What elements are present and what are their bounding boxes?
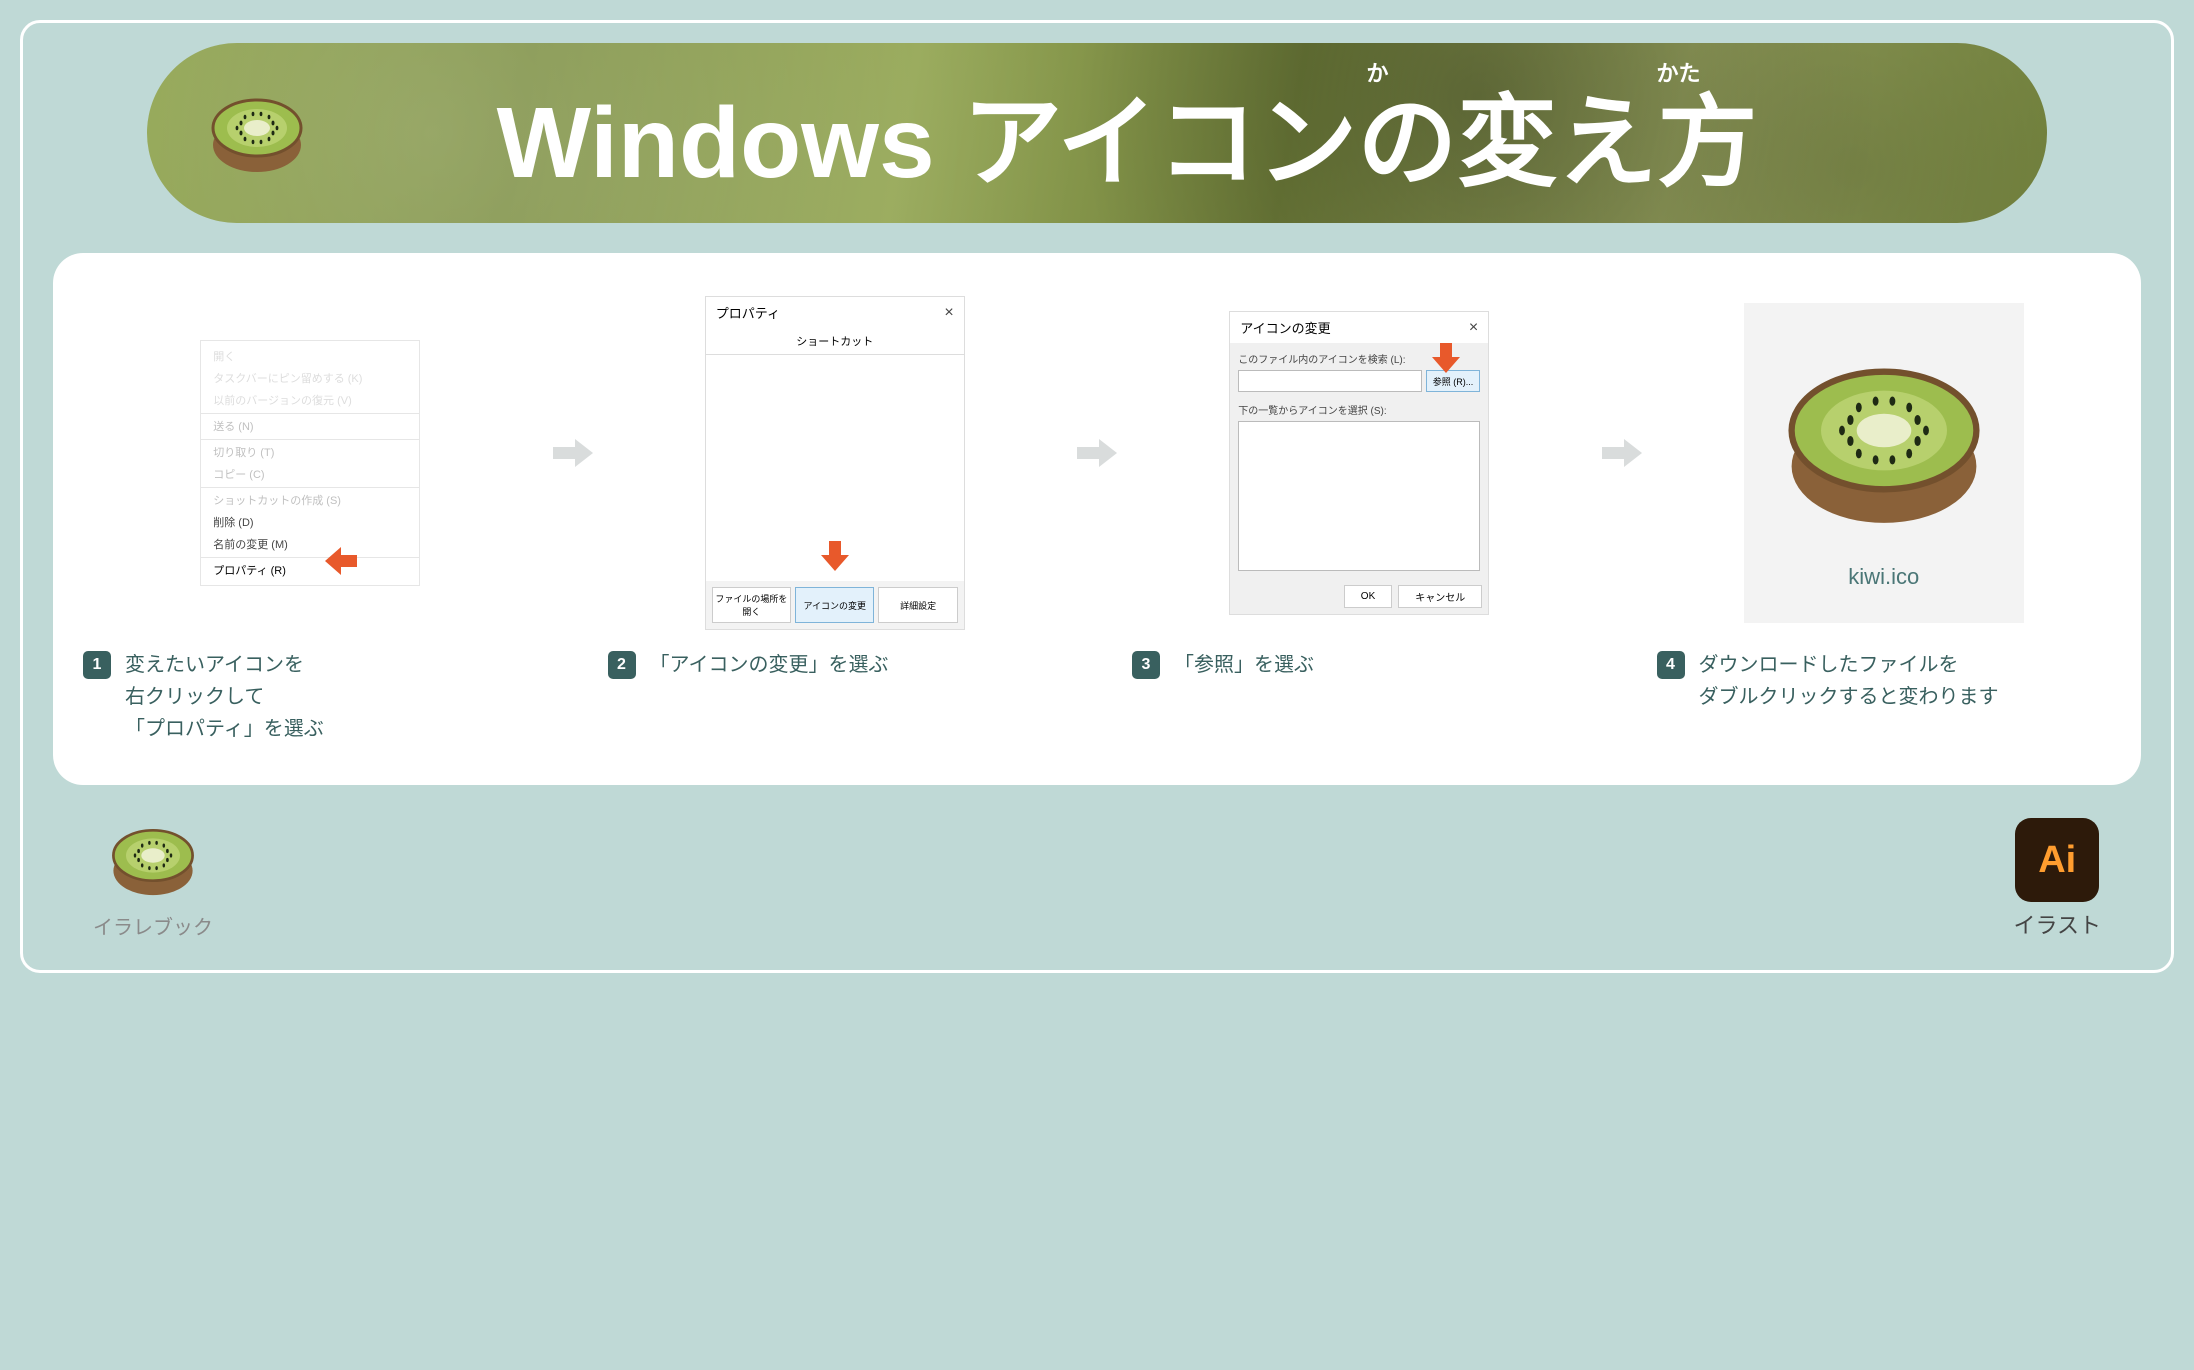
step-number: 2 [608, 651, 636, 679]
ctx-item[interactable]: 切り取り (T) [201, 439, 419, 463]
step-1-caption: 1 変えたいアイコンを 右クリックして 「プロパティ」を選ぶ [83, 649, 538, 745]
flow-arrow-icon [1597, 293, 1647, 613]
properties-titlebar: プロパティ × [706, 297, 964, 328]
tutorial-card: 開く タスクバーにピン留めする (K) 以前のバージョンの復元 (V) 送る (… [53, 253, 2141, 785]
illustrator-label: イラスト [2013, 908, 2101, 940]
ctx-item[interactable]: 削除 (D) [201, 511, 419, 533]
properties-title: プロパティ [716, 303, 780, 322]
cancel-button[interactable]: キャンセル [1398, 585, 1482, 608]
step-2-visual: プロパティ × ショートカット ファイルの場所を開く アイコンの変更 詳細設定 [608, 293, 1063, 633]
step-number: 1 [83, 651, 111, 679]
page-title: か かた Windows アイコンの変え方 [497, 61, 1758, 206]
footer: イラレブック Ai イラスト [53, 785, 2141, 940]
flow-arrow-icon [1072, 293, 1122, 613]
open-location-button[interactable]: ファイルの場所を開く [712, 587, 791, 623]
step-4-caption: 4 ダウンロードしたファイルを ダブルクリックすると変わります [1657, 649, 2112, 713]
step-2: プロパティ × ショートカット ファイルの場所を開く アイコンの変更 詳細設定 … [608, 293, 1063, 681]
flow-arrow-icon [548, 293, 598, 613]
kiwi-icon [1779, 336, 1989, 546]
kiwi-icon [207, 83, 307, 183]
kiwi-icon [108, 815, 198, 905]
step-2-caption: 2 「アイコンの変更」を選ぶ [608, 649, 1063, 681]
page-frame: か かた Windows アイコンの変え方 開く タスクバーにピン留めする (K… [20, 20, 2174, 973]
icon-filename: kiwi.ico [1848, 564, 1919, 590]
close-icon[interactable]: × [1469, 319, 1478, 337]
advanced-button[interactable]: 詳細設定 [878, 587, 957, 623]
step-text: 「参照」を選ぶ [1174, 649, 1314, 681]
icon-list[interactable] [1238, 421, 1480, 571]
close-icon[interactable]: × [944, 304, 953, 322]
pointer-arrow-icon [817, 539, 853, 575]
change-icon-body: このファイル内のアイコンを検索 (L): 参照 (R)... 下の一覧からアイコ… [1230, 343, 1488, 579]
step-3-visual: アイコンの変更 × このファイル内のアイコンを検索 (L): 参照 (R)...… [1132, 293, 1587, 633]
select-label: 下の一覧からアイコンを選択 (S): [1238, 402, 1480, 417]
title-banner: か かた Windows アイコンの変え方 [147, 43, 2047, 223]
ctx-item[interactable]: タスクバーにピン留めする (K) [201, 367, 419, 389]
properties-body [706, 355, 964, 581]
step-3-caption: 3 「参照」を選ぶ [1132, 649, 1587, 681]
change-icon-buttons: OK キャンセル [1230, 579, 1488, 614]
icon-path-input[interactable] [1238, 370, 1422, 392]
ruby-2: かた [1657, 56, 1701, 88]
footer-left: イラレブック [93, 815, 213, 940]
step-3: アイコンの変更 × このファイル内のアイコンを検索 (L): 参照 (R)...… [1132, 293, 1587, 681]
context-menu: 開く タスクバーにピン留めする (K) 以前のバージョンの復元 (V) 送る (… [200, 340, 420, 586]
illustrator-icon: Ai [2015, 818, 2099, 902]
ok-button[interactable]: OK [1344, 585, 1392, 608]
step-1: 開く タスクバーにピン留めする (K) 以前のバージョンの復元 (V) 送る (… [83, 293, 538, 745]
site-name: イラレブック [93, 911, 213, 940]
step-text: 「アイコンの変更」を選ぶ [650, 649, 889, 681]
ctx-item[interactable]: コピー (C) [201, 463, 419, 485]
pointer-arrow-icon [323, 543, 359, 579]
ruby-1: か [1367, 56, 1389, 88]
step-number: 3 [1132, 651, 1160, 679]
pointer-arrow-icon [1428, 341, 1464, 377]
step-text: 変えたいアイコンを 右クリックして 「プロパティ」を選ぶ [125, 649, 324, 745]
step-4: kiwi.ico 4 ダウンロードしたファイルを ダブルクリックすると変わります [1657, 293, 2112, 713]
properties-window: プロパティ × ショートカット ファイルの場所を開く アイコンの変更 詳細設定 [705, 296, 965, 630]
properties-buttons: ファイルの場所を開く アイコンの変更 詳細設定 [706, 581, 964, 629]
ctx-item[interactable]: ショットカットの作成 (S) [201, 487, 419, 511]
change-icon-window: アイコンの変更 × このファイル内のアイコンを検索 (L): 参照 (R)...… [1229, 311, 1489, 615]
step-text: ダウンロードしたファイルを ダブルクリックすると変わります [1699, 649, 1999, 713]
result-preview: kiwi.ico [1744, 303, 2024, 623]
step-1-visual: 開く タスクバーにピン留めする (K) 以前のバージョンの復元 (V) 送る (… [83, 293, 538, 633]
footer-right: Ai イラスト [2013, 818, 2101, 940]
change-icon-button[interactable]: アイコンの変更 [795, 587, 874, 623]
step-4-visual: kiwi.ico [1657, 293, 2112, 633]
ctx-item-properties[interactable]: プロパティ (R) [201, 557, 419, 581]
properties-tab[interactable]: ショートカット [706, 328, 964, 355]
ctx-item[interactable]: 送る (N) [201, 413, 419, 437]
ctx-item[interactable]: 以前のバージョンの復元 (V) [201, 389, 419, 411]
change-icon-title: アイコンの変更 [1240, 318, 1330, 337]
ctx-item[interactable]: 名前の変更 (M) [201, 533, 419, 555]
change-icon-titlebar: アイコンの変更 × [1230, 312, 1488, 343]
ctx-item[interactable]: 開く [201, 345, 419, 367]
step-number: 4 [1657, 651, 1685, 679]
